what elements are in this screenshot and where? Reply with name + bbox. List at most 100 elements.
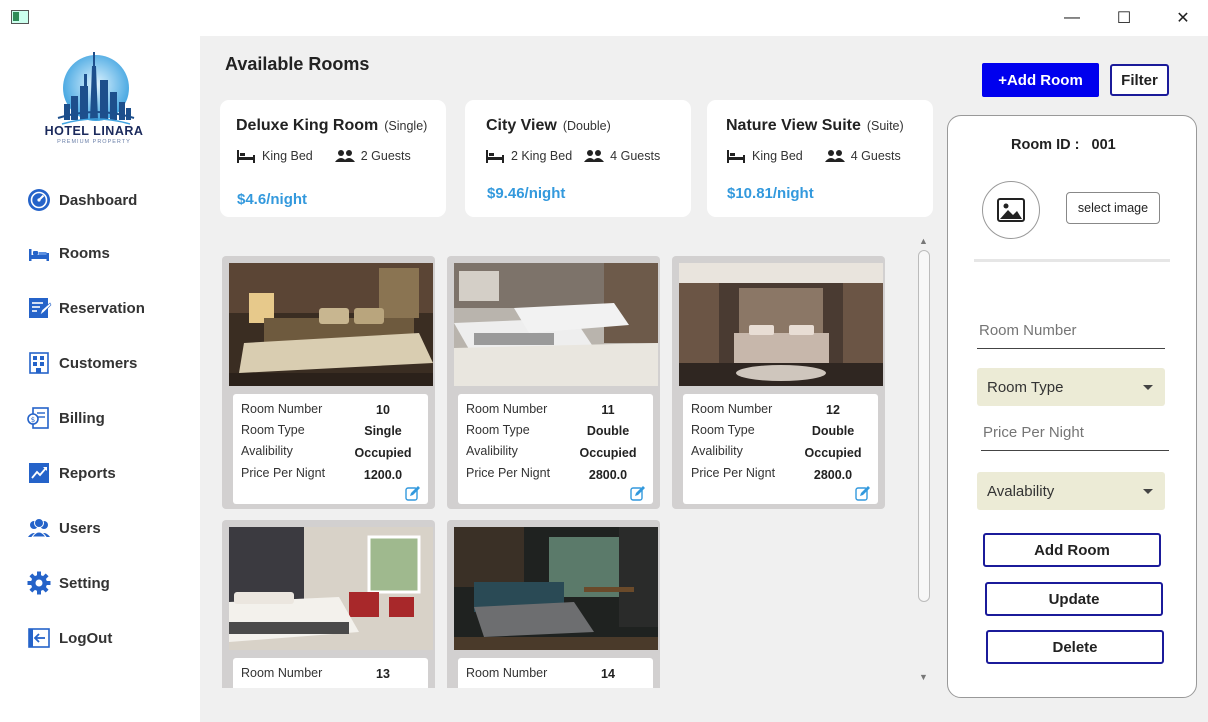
summary-guests: 4 Guests [850,149,901,163]
summary-bed: King Bed [752,149,803,163]
app-icon [11,10,29,24]
room-number-value: 12 [826,403,840,417]
room-card[interactable]: Room Number 14 [447,520,660,688]
room-number-value: 10 [376,403,390,417]
nav-logout[interactable]: LogOut [26,623,112,653]
room-photo [229,263,433,386]
availability-value: Occupied [804,446,862,460]
nav-dashboard[interactable]: Dashboard [26,185,137,215]
price-per-night-field[interactable] [981,415,1169,451]
room-number-label: Room Number [466,666,548,680]
minimize-button[interactable]: — [1055,5,1089,31]
price-value: 2800.0 [588,468,628,482]
summary-title: City View (Double) [486,117,611,134]
summary-guests: 4 Guests [610,149,661,163]
nav-label: Users [59,519,101,537]
summary-details: King Bed 4 Guests [726,148,901,164]
select-image-button[interactable]: select image [1066,192,1160,224]
form-divider [974,259,1170,262]
room-photo [454,527,658,650]
summary-type: (Suite) [866,119,904,133]
bed-icon [29,249,49,261]
room-type-label: Room Type [691,423,755,437]
update-button[interactable]: Update [985,582,1163,616]
maximize-button[interactable]: ☐ [1107,5,1141,31]
room-number-label: Room Number [466,402,548,416]
room-details: Room Number 14 [458,658,653,688]
room-grid: Room Number 10 Room Type Single Avalibil… [222,254,890,688]
guests-icon [584,150,605,162]
reports-icon [29,463,49,483]
dashboard-icon [28,189,50,211]
filter-button[interactable]: Filter [1110,64,1169,96]
nav-setting[interactable]: Setting [26,568,110,598]
svg-text:$: $ [31,416,35,424]
room-type-value: Double [586,424,630,438]
scroll-up-icon[interactable]: ▲ [919,236,928,246]
customers-icon [29,352,49,374]
room-number-value: 14 [601,667,615,681]
summary-title: Deluxe King Room (Single) [236,117,428,134]
room-summary-card[interactable]: Nature View Suite (Suite) King Bed 4 Gues… [707,100,933,217]
edit-icon[interactable] [855,485,871,501]
logout-icon [28,628,50,648]
price-value: 1200.0 [363,468,403,482]
availability-label: Avalibility [241,444,293,458]
close-button[interactable]: ✕ [1166,5,1200,31]
image-preview[interactable] [982,181,1040,239]
room-card[interactable]: Room Number 10 Room Type Single Avalibil… [222,256,435,509]
edit-icon[interactable] [630,485,646,501]
room-details: Room Number 12 Room Type Double Avalibil… [683,394,878,504]
room-number-field[interactable] [977,313,1165,349]
edit-icon[interactable] [405,485,421,501]
availability-label: Avalibility [466,444,518,458]
add-room-button[interactable]: +Add Room [982,63,1099,97]
nav-customers[interactable]: Customers [26,348,137,378]
nav-label: Setting [59,574,110,592]
room-number-value: 11 [601,403,615,417]
brand-name: HOTEL LINARA [44,124,144,138]
summary-bed: King Bed [262,149,313,163]
bed-icon [727,150,745,163]
nav-label: Rooms [59,244,110,262]
nav-reservation[interactable]: Reservation [26,293,145,323]
nav-label: Customers [59,354,138,372]
room-details: Room Number 10 Room Type Single Avalibil… [233,394,428,504]
room-id-label: Room ID : [1011,137,1080,153]
availability-select[interactable]: Avalability [977,472,1165,510]
room-summary-card[interactable]: City View (Double) 2 King Bed 4 Guests $9… [465,100,691,217]
room-photo [679,263,883,386]
scroll-down-icon[interactable]: ▼ [919,672,928,682]
price-label: Price Per Nignt [241,466,326,480]
summary-bed: 2 King Bed [511,149,573,163]
price-label: Price Per Nignt [691,466,776,480]
nav-users[interactable]: Users [26,513,101,543]
price-label: Price Per Nignt [466,466,551,480]
room-card[interactable]: Room Number 13 [222,520,435,688]
delete-button[interactable]: Delete [986,630,1164,664]
nav-reports[interactable]: Reports [26,458,116,488]
users-icon [28,518,50,538]
room-summary-card[interactable]: Deluxe King Room (Single) King Bed 2 Gues… [220,100,446,217]
vertical-scrollbar[interactable]: ▲ ▼ [916,234,932,688]
room-number-value: 13 [376,667,390,681]
room-number-label: Room Number [241,666,323,680]
room-number-label: Room Number [241,402,323,416]
room-form-panel: Room ID : 001 select image Room Type Ava… [947,115,1197,698]
bed-icon [237,150,255,163]
room-card[interactable]: Room Number 11 Room Type Double Avalibil… [447,256,660,509]
room-card[interactable]: Room Number 12 Room Type Double Avalibil… [672,256,885,509]
nav-billing[interactable]: $ Billing [26,403,105,433]
add-room-submit-button[interactable]: Add Room [983,533,1161,567]
page-title: Available Rooms [225,54,370,74]
summary-price: $10.81/night [727,185,814,202]
summary-type: (Double) [562,119,611,133]
room-details: Room Number 11 Room Type Double Avalibil… [458,394,653,504]
image-icon [997,198,1025,222]
room-type-label: Room Type [241,423,305,437]
availability-value: Occupied [354,446,412,460]
guests-icon [824,150,845,162]
room-type-select[interactable]: Room Type [977,368,1165,406]
nav-rooms[interactable]: Rooms [26,238,110,268]
scroll-thumb[interactable] [918,250,930,602]
